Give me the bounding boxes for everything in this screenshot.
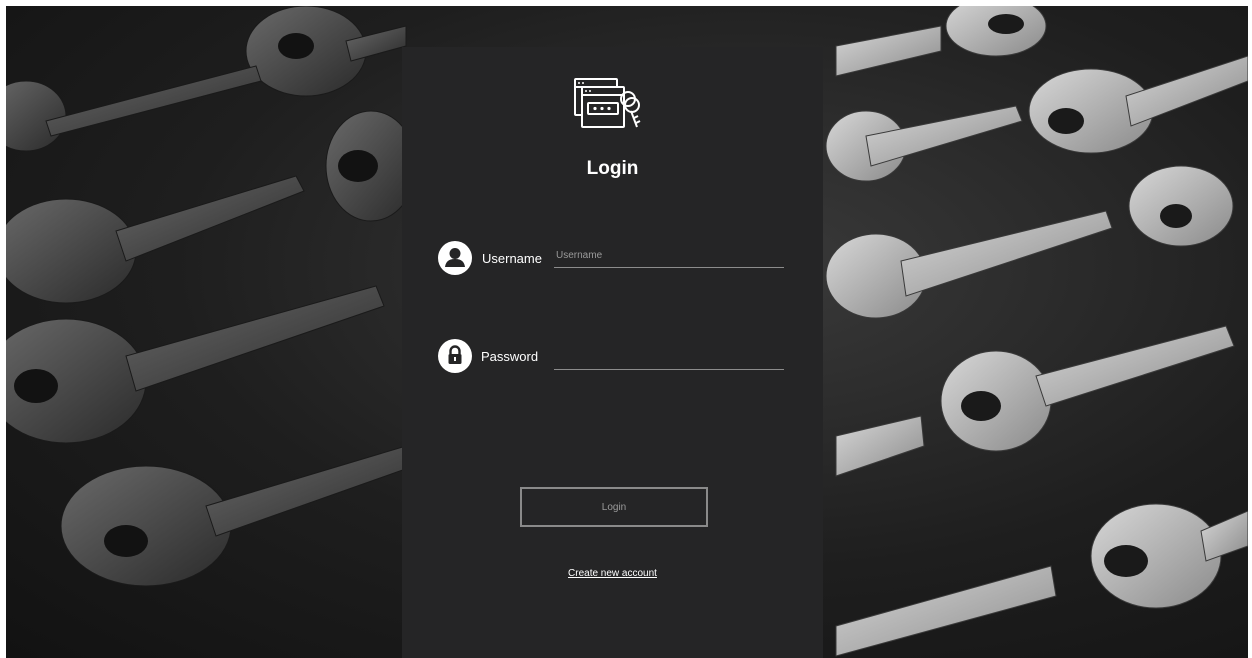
create-account-link[interactable]: Create new account: [402, 568, 823, 579]
username-label: Username: [482, 251, 542, 266]
password-label: Password: [481, 349, 539, 364]
lock-circle-icon: [438, 339, 472, 373]
window: Login Username Password Logi: [0, 0, 1252, 658]
page-title: Login: [586, 158, 639, 179]
username-field[interactable]: [554, 243, 784, 268]
password-field[interactable]: [554, 345, 784, 370]
user-circle-icon: [438, 241, 472, 275]
login-button[interactable]: Login: [520, 487, 708, 527]
username-row: Username: [438, 241, 784, 277]
password-row: Password: [438, 339, 784, 375]
browser-password-keys-icon: [574, 78, 641, 128]
login-panel: Login Username Password Logi: [402, 47, 823, 658]
